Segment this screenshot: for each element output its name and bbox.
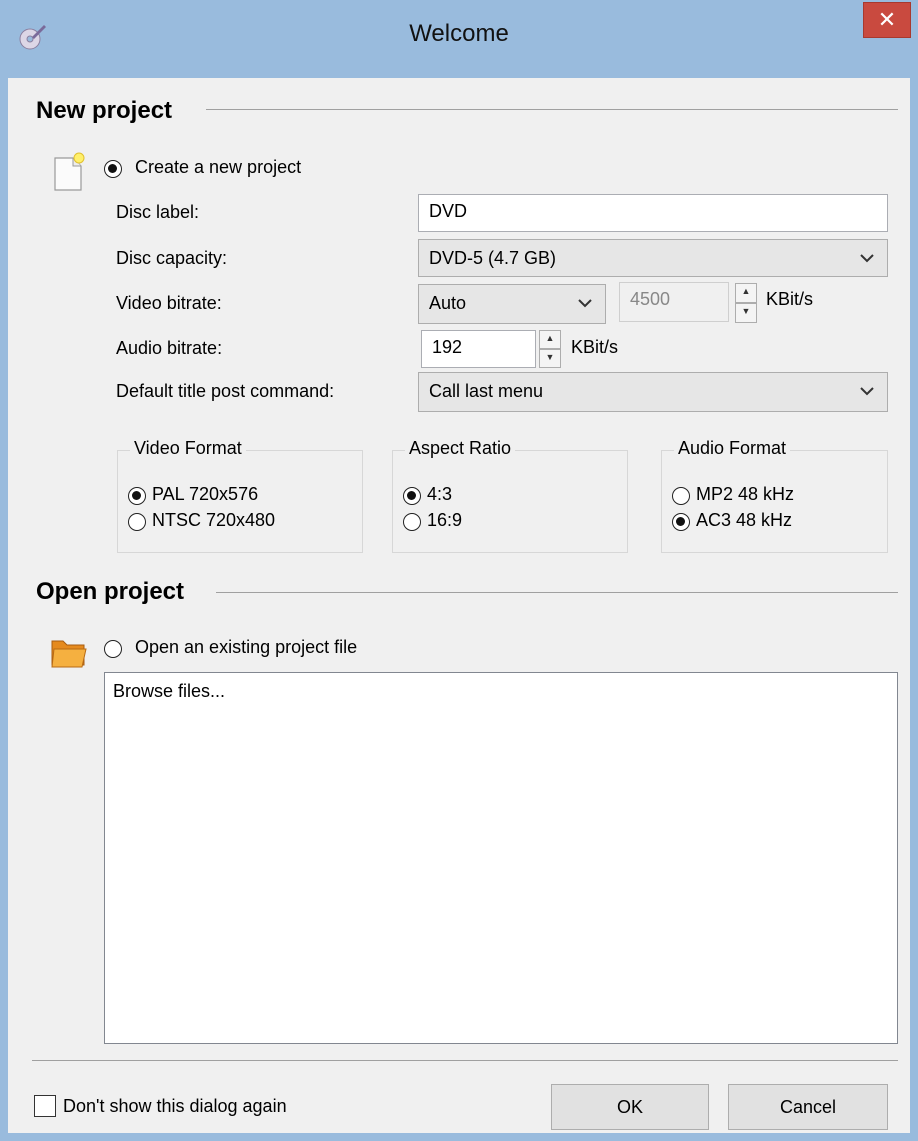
stepper-up-icon[interactable]: ▲ <box>539 330 561 349</box>
list-item[interactable]: Browse files... <box>113 681 225 702</box>
disc-capacity-label: Disc capacity: <box>116 248 228 268</box>
section-divider <box>216 592 898 593</box>
aspect-4-3-radio[interactable] <box>403 487 421 505</box>
folder-icon <box>51 640 87 668</box>
create-new-project-label: Create a new project <box>135 157 302 177</box>
disc-label-input[interactable]: DVD <box>418 194 888 232</box>
aspect-16-9-radio[interactable] <box>403 513 421 531</box>
stepper-down-icon[interactable]: ▼ <box>735 303 757 323</box>
stepper-up-icon[interactable]: ▲ <box>735 283 757 303</box>
create-new-project-radio[interactable] <box>104 160 122 178</box>
chevron-down-icon <box>860 254 874 263</box>
title-bar: Welcome ✕ <box>0 0 918 78</box>
dont-show-checkbox[interactable] <box>34 1095 56 1117</box>
open-existing-project-radio[interactable] <box>104 640 122 658</box>
cancel-button[interactable]: Cancel <box>728 1084 888 1130</box>
section-divider <box>206 109 898 110</box>
post-command-value: Call last menu <box>429 381 544 401</box>
ntsc-label: NTSC 720x480 <box>152 510 276 530</box>
video-bitrate-unit: KBit/s <box>766 289 814 309</box>
video-bitrate-mode-value: Auto <box>429 293 467 313</box>
disc-capacity-select[interactable]: DVD-5 (4.7 GB) <box>418 239 888 277</box>
close-button[interactable]: ✕ <box>863 2 911 38</box>
video-format-group: Video Format PAL 720x576 NTSC 720x480 <box>117 438 363 553</box>
footer-divider <box>32 1060 898 1061</box>
audio-format-title: Audio Format <box>674 438 791 459</box>
open-project-heading: Open project <box>36 578 185 605</box>
pal-label: PAL 720x576 <box>152 484 259 504</box>
new-document-icon <box>54 152 85 191</box>
aspect-ratio-title: Aspect Ratio <box>405 438 516 459</box>
window-title: Welcome <box>409 20 509 47</box>
audio-bitrate-unit: KBit/s <box>571 337 619 357</box>
open-existing-project-label: Open an existing project file <box>135 637 358 657</box>
dialog-body: New project Create a new project Disc la… <box>8 78 910 1133</box>
ac3-label: AC3 48 kHz <box>696 510 793 530</box>
chevron-down-icon <box>860 387 874 396</box>
video-bitrate-mode-select[interactable]: Auto <box>418 284 606 324</box>
mp2-label: MP2 48 kHz <box>696 484 795 504</box>
pal-radio[interactable] <box>128 487 146 505</box>
audio-bitrate-label: Audio bitrate: <box>116 338 223 358</box>
project-file-list[interactable]: Browse files... <box>104 672 898 1044</box>
ac3-radio[interactable] <box>672 513 690 531</box>
video-bitrate-label: Video bitrate: <box>116 293 222 313</box>
mp2-radio[interactable] <box>672 487 690 505</box>
aspect-ratio-group: Aspect Ratio 4:3 16:9 <box>392 438 628 553</box>
aspect-4-3-label: 4:3 <box>427 484 453 504</box>
disc-label-label: Disc label: <box>116 202 200 222</box>
new-project-heading: New project <box>36 97 173 124</box>
audio-bitrate-input[interactable]: 192 <box>421 330 536 368</box>
disc-capacity-value: DVD-5 (4.7 GB) <box>429 248 557 268</box>
aspect-16-9-label: 16:9 <box>427 510 463 530</box>
post-command-label: Default title post command: <box>116 381 335 401</box>
video-bitrate-stepper[interactable]: ▲ ▼ <box>735 283 757 323</box>
audio-format-group: Audio Format MP2 48 kHz AC3 48 kHz <box>661 438 888 553</box>
dont-show-label: Don't show this dialog again <box>63 1096 287 1116</box>
video-bitrate-input: 4500 <box>619 282 729 322</box>
video-format-title: Video Format <box>130 438 246 459</box>
ok-button[interactable]: OK <box>551 1084 709 1130</box>
audio-bitrate-stepper[interactable]: ▲ ▼ <box>539 330 561 368</box>
close-icon: ✕ <box>877 7 897 32</box>
chevron-down-icon <box>578 299 592 308</box>
stepper-down-icon[interactable]: ▼ <box>539 349 561 368</box>
post-command-select[interactable]: Call last menu <box>418 372 888 412</box>
ntsc-radio[interactable] <box>128 513 146 531</box>
